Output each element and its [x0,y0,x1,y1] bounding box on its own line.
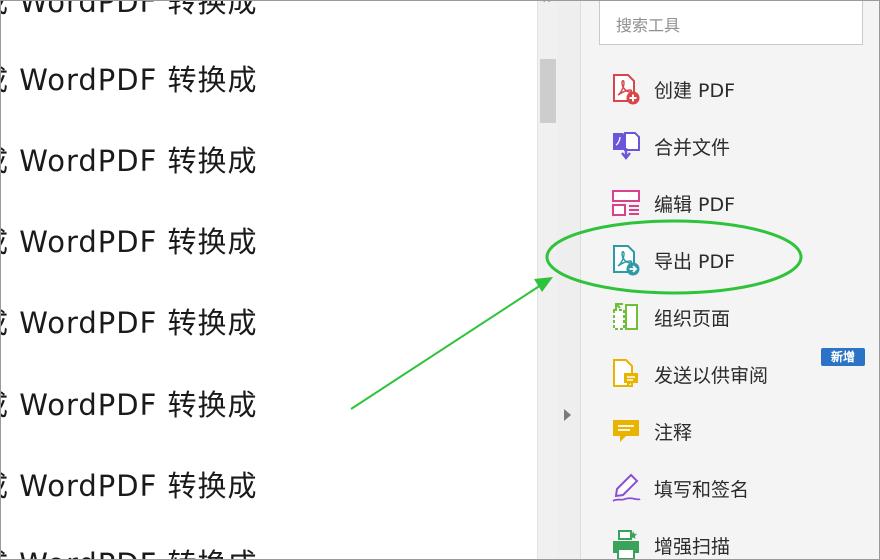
tool-create-pdf[interactable]: 创建 PDF [611,69,861,109]
comment-icon [613,420,639,442]
fill-sign-icon [612,473,641,502]
tool-combine-files[interactable]: 合并文件 [611,126,861,166]
create-pdf-icon [613,74,640,105]
document-view[interactable]: 成 WordPDF 转换成 成 WordPDF 转换成 成 WordPDF 转换… [1,1,537,559]
vertical-scrollbar[interactable]: ^ [537,1,557,559]
organize-pages-icon [613,303,638,330]
document-line: 成 WordPDF 转换成 [1,225,258,259]
document-line: 成 WordPDF 转换成 [1,1,258,19]
export-pdf-icon [613,245,640,276]
scrollbar-thumb[interactable] [540,59,556,123]
combine-files-icon [613,132,640,160]
edit-pdf-icon [612,190,640,216]
tool-label: 发送以供审阅 [654,364,769,387]
enhance-scans-icon [613,530,639,559]
document-line: 成 WordPDF 转换成 [1,469,258,503]
tools-pane-toggle-strip [557,1,581,559]
tool-enhance-scans[interactable]: 增强扫描 [611,525,861,559]
tool-label: 增强扫描 [654,535,731,558]
tool-edit-pdf[interactable]: 编辑 PDF [611,183,861,223]
tool-fill-and-sign[interactable]: 填写和签名 [611,468,861,508]
scroll-up-arrow-icon[interactable]: ^ [542,1,551,10]
application-window: 成 WordPDF 转换成 成 WordPDF 转换成 成 WordPDF 转换… [0,0,880,560]
tool-label: 编辑 PDF [654,193,736,216]
document-line: 成 WordPDF 转换成 [1,306,258,340]
expand-collapse-arrow-icon[interactable] [564,409,571,421]
tool-label: 填写和签名 [654,478,750,501]
new-badge: 新增 [821,348,865,366]
tool-label: 创建 PDF [654,79,736,102]
tool-organize-pages[interactable]: 组织页面 [611,297,861,337]
document-line: 成 WordPDF 转换成 [1,144,258,178]
search-tools-input[interactable]: 搜索工具 [599,1,863,45]
send-for-review-icon [613,359,638,387]
tool-label: 合并文件 [654,136,731,159]
tool-label: 组织页面 [654,307,731,330]
tool-export-pdf[interactable]: 导出 PDF [611,240,861,280]
document-line: 成 WordPDF 转换成 [1,63,258,97]
tool-label: 注释 [654,421,693,444]
tool-label: 导出 PDF [654,250,736,273]
document-line: 成 WordPDF 转换成 [1,388,258,422]
tools-pane: 搜索工具 创建 PDF 合并文件 编辑 PDF 导出 PDF 组织页面 发送以供… [581,1,879,559]
tool-comment[interactable]: 注释 [611,411,861,451]
document-line: 成 WordPDF 转换成 [1,541,258,559]
